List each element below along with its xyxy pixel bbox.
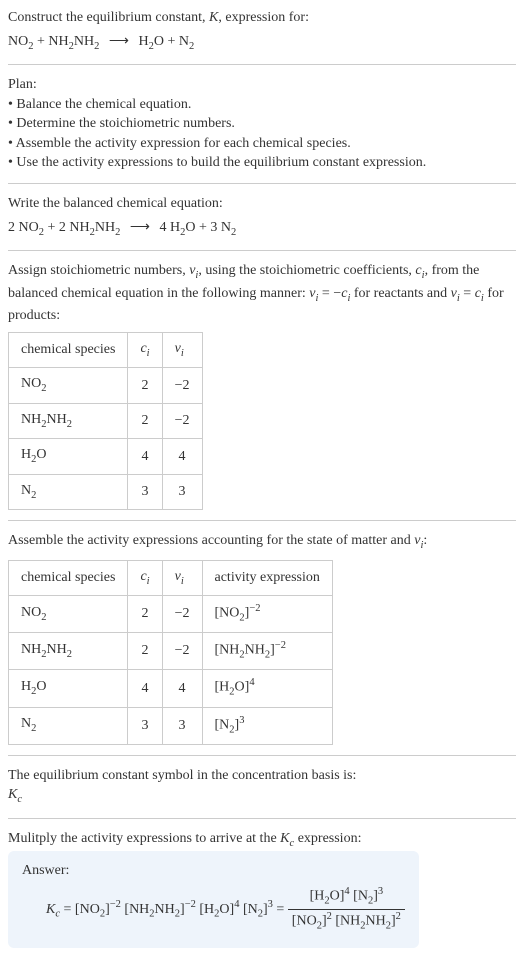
- col-c: ci: [128, 332, 162, 367]
- divider: [8, 818, 516, 819]
- divider: [8, 64, 516, 65]
- intro-text-post: , expression for:: [218, 10, 309, 25]
- divider: [8, 520, 516, 521]
- arrow-icon: ⟶: [130, 218, 150, 238]
- final-section: Mulitply the activity expressions to arr…: [8, 829, 516, 948]
- Kc-symbol: Kc: [8, 785, 516, 807]
- balanced-equation: 2 NO2 + 2 NH2NH2 ⟶ 4 H2O + 3 N2: [8, 218, 516, 240]
- activity-heading: Assemble the activity expressions accoun…: [8, 531, 516, 553]
- table-row: NH2NH2 2 −2: [9, 403, 203, 438]
- divider: [8, 183, 516, 184]
- divider: [8, 250, 516, 251]
- table-row: H2O 4 4: [9, 439, 203, 474]
- activity-table: chemical species ci νi activity expressi…: [8, 560, 333, 745]
- stoich-table: chemical species ci νi NO2 2 −2 NH2NH2 2…: [8, 332, 203, 510]
- final-text: Mulitply the activity expressions to arr…: [8, 829, 516, 851]
- balanced-heading: Write the balanced chemical equation:: [8, 194, 516, 214]
- balanced-section: Write the balanced chemical equation: 2 …: [8, 194, 516, 240]
- answer-box: Answer: Kc = [NO2]−2 [NH2NH2]−2 [H2O]4 […: [8, 851, 419, 948]
- table-row: chemical species ci νi: [9, 332, 203, 367]
- table-row: NH2NH2 2 −2 [NH2NH2]−2: [9, 633, 333, 670]
- plan-section: Plan: • Balance the chemical equation. •…: [8, 75, 516, 173]
- table-row: NO2 2 −2 [NO2]−2: [9, 596, 333, 633]
- plan-bullet: • Determine the stoichiometric numbers.: [8, 114, 516, 134]
- answer-label: Answer:: [22, 861, 405, 881]
- K-symbol: K: [209, 10, 218, 25]
- intro-section: Construct the equilibrium constant, K, e…: [8, 8, 516, 54]
- unbalanced-equation: NO2 + NH2NH2 ⟶ H2O + N2: [8, 32, 516, 54]
- plan-bullet: • Balance the chemical equation.: [8, 95, 516, 115]
- col-species: chemical species: [9, 332, 128, 367]
- plan-heading: Plan:: [8, 75, 516, 95]
- table-row: N2 3 3: [9, 474, 203, 509]
- col-nu: νi: [162, 332, 202, 367]
- intro-line: Construct the equilibrium constant, K, e…: [8, 8, 516, 28]
- symbol-section: The equilibrium constant symbol in the c…: [8, 766, 516, 808]
- stoich-text: Assign stoichiometric numbers, νi, using…: [8, 261, 516, 326]
- activity-section: Assemble the activity expressions accoun…: [8, 531, 516, 745]
- divider: [8, 755, 516, 756]
- plan-bullet: • Assemble the activity expression for e…: [8, 134, 516, 154]
- table-row: H2O 4 4 [H2O]4: [9, 670, 333, 707]
- table-row: chemical species ci νi activity expressi…: [9, 560, 333, 595]
- intro-text: Construct the equilibrium constant,: [8, 10, 209, 25]
- answer-equation: Kc = [NO2]−2 [NH2NH2]−2 [H2O]4 [N2]3 = […: [46, 885, 405, 934]
- table-row: N2 3 3 [N2]3: [9, 707, 333, 744]
- plan-bullet: • Use the activity expressions to build …: [8, 153, 516, 173]
- stoich-section: Assign stoichiometric numbers, νi, using…: [8, 261, 516, 510]
- arrow-icon: ⟶: [109, 32, 129, 52]
- symbol-text: The equilibrium constant symbol in the c…: [8, 766, 516, 786]
- fraction: [H2O]4 [N2]3 [NO2]2 [NH2NH2]2: [288, 885, 405, 934]
- table-row: NO2 2 −2: [9, 368, 203, 403]
